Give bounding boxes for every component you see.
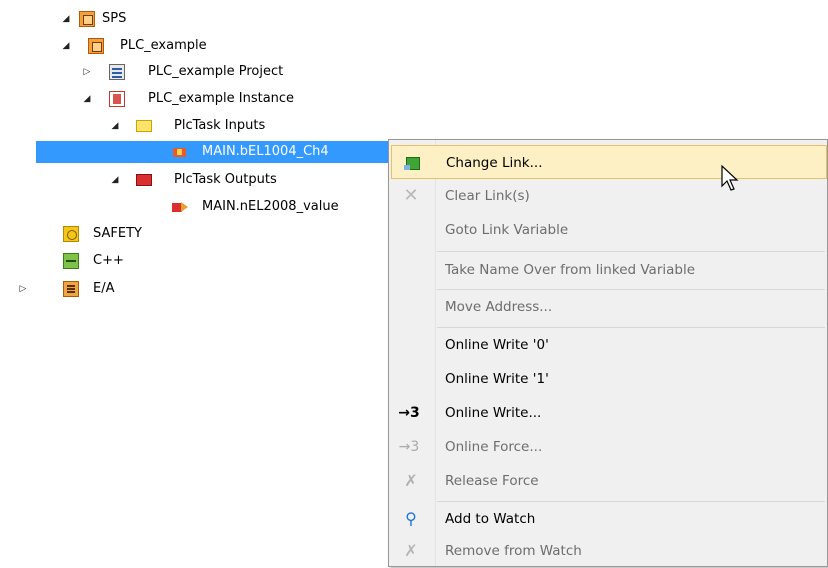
tree-node-label: SAFETY [93, 226, 142, 241]
tree-node-safety[interactable]: SAFETY [62, 223, 182, 245]
menu-item-move-address[interactable]: Move Address... [391, 290, 827, 324]
remove-watch-icon: ✗ [404, 541, 418, 560]
project-icon [109, 64, 125, 80]
tree-node-label: MAIN.nEL2008_value [202, 199, 339, 214]
tree-node-label: PlcTask Inputs [174, 118, 266, 133]
menu-item-label: Goto Link Variable [445, 222, 569, 238]
menu-item-label: Add to Watch [445, 511, 536, 527]
menu-item-label: Move Address... [445, 299, 553, 315]
safety-icon [63, 226, 79, 242]
menu-item-online-write-1[interactable]: Online Write '1' [391, 362, 827, 396]
online-write-icon: →3 [398, 405, 420, 421]
cpp-icon [63, 253, 79, 269]
tree-node-label: PlcTask Outputs [174, 172, 277, 187]
menu-item-remove-from-watch[interactable]: ✗ Remove from Watch [391, 534, 827, 568]
menu-item-label: Online Write '1' [445, 371, 549, 387]
expand-arrow-icon[interactable]: ▷ [82, 61, 92, 83]
tree-node-plc-example[interactable]: ◢ PLC_example [62, 35, 262, 57]
context-menu: Change Link... ✕ Clear Link(s) Goto Link… [388, 139, 828, 567]
menu-item-label: Release Force [445, 473, 539, 489]
mouse-pointer-icon [721, 164, 739, 191]
tree-node-var-output[interactable]: MAIN.nEL2008_value [172, 196, 382, 218]
tree-node-label: PLC_example Instance [148, 91, 295, 106]
collapse-arrow-icon[interactable]: ◢ [61, 35, 71, 57]
tree-node-label: C++ [93, 253, 124, 268]
tree-node-label: PLC_example [120, 38, 207, 53]
io-icon [63, 281, 79, 297]
menu-item-label: Take Name Over from linked Variable [445, 262, 696, 278]
output-variable-icon [172, 199, 188, 215]
menu-item-label: Change Link... [446, 155, 543, 171]
tree-node-sps[interactable]: ◢ SPS [62, 8, 182, 30]
menu-item-take-name[interactable]: Take Name Over from linked Variable [391, 253, 827, 287]
menu-separator [437, 251, 825, 252]
menu-item-release-force[interactable]: ✗ Release Force [391, 464, 827, 498]
release-force-icon: ✗ [404, 471, 418, 490]
tree-node-var-input-selected[interactable]: MAIN.bEL1004_Ch4 [36, 141, 388, 163]
output-folder-icon [136, 174, 152, 186]
menu-item-goto-link[interactable]: Goto Link Variable [391, 213, 827, 247]
tree-node-label: MAIN.bEL1004_Ch4 [202, 144, 329, 159]
tree-node-ea[interactable]: ▷ E/A [18, 278, 138, 300]
menu-item-online-write-0[interactable]: Online Write '0' [391, 328, 827, 362]
menu-item-clear-links[interactable]: ✕ Clear Link(s) [391, 179, 827, 213]
tree-node-plc-project[interactable]: ▷ PLC_example Project [82, 61, 342, 83]
collapse-arrow-icon[interactable]: ◢ [82, 88, 92, 110]
change-link-icon [404, 157, 420, 170]
tree-node-label: SPS [102, 11, 127, 26]
input-variable-icon [172, 144, 188, 160]
menu-item-label: Clear Link(s) [445, 188, 530, 204]
online-force-icon: →3 [398, 439, 420, 455]
menu-item-label: Online Write... [445, 405, 542, 421]
tree-node-plctask-inputs[interactable]: ◢ PlcTask Inputs [110, 115, 330, 137]
clear-link-icon: ✕ [403, 185, 419, 206]
instance-icon [109, 91, 125, 107]
plc-icon [79, 11, 95, 27]
menu-item-change-link[interactable]: Change Link... [391, 145, 827, 179]
menu-item-online-force[interactable]: →3 Online Force... [391, 430, 827, 464]
menu-item-online-write[interactable]: →3 Online Write... [391, 396, 827, 430]
menu-item-label: Online Force... [445, 439, 543, 455]
menu-item-label: Online Write '0' [445, 337, 549, 353]
menu-item-label: Remove from Watch [445, 543, 582, 559]
collapse-arrow-icon[interactable]: ◢ [110, 169, 120, 191]
collapse-arrow-icon[interactable]: ◢ [110, 115, 120, 137]
input-folder-icon [136, 120, 152, 132]
plc-icon [88, 38, 104, 54]
tree-node-cpp[interactable]: C++ [62, 250, 182, 272]
tree-node-plc-instance[interactable]: ◢ PLC_example Instance [82, 88, 342, 110]
search-watch-icon: ⚲ [405, 509, 417, 528]
menu-item-add-to-watch[interactable]: ⚲ Add to Watch [391, 502, 827, 536]
tree-node-label: E/A [93, 281, 115, 296]
tree-node-label: PLC_example Project [148, 64, 284, 79]
collapse-arrow-icon[interactable]: ◢ [61, 8, 71, 30]
expand-arrow-icon[interactable]: ▷ [18, 278, 28, 300]
tree-node-plctask-outputs[interactable]: ◢ PlcTask Outputs [110, 169, 340, 191]
